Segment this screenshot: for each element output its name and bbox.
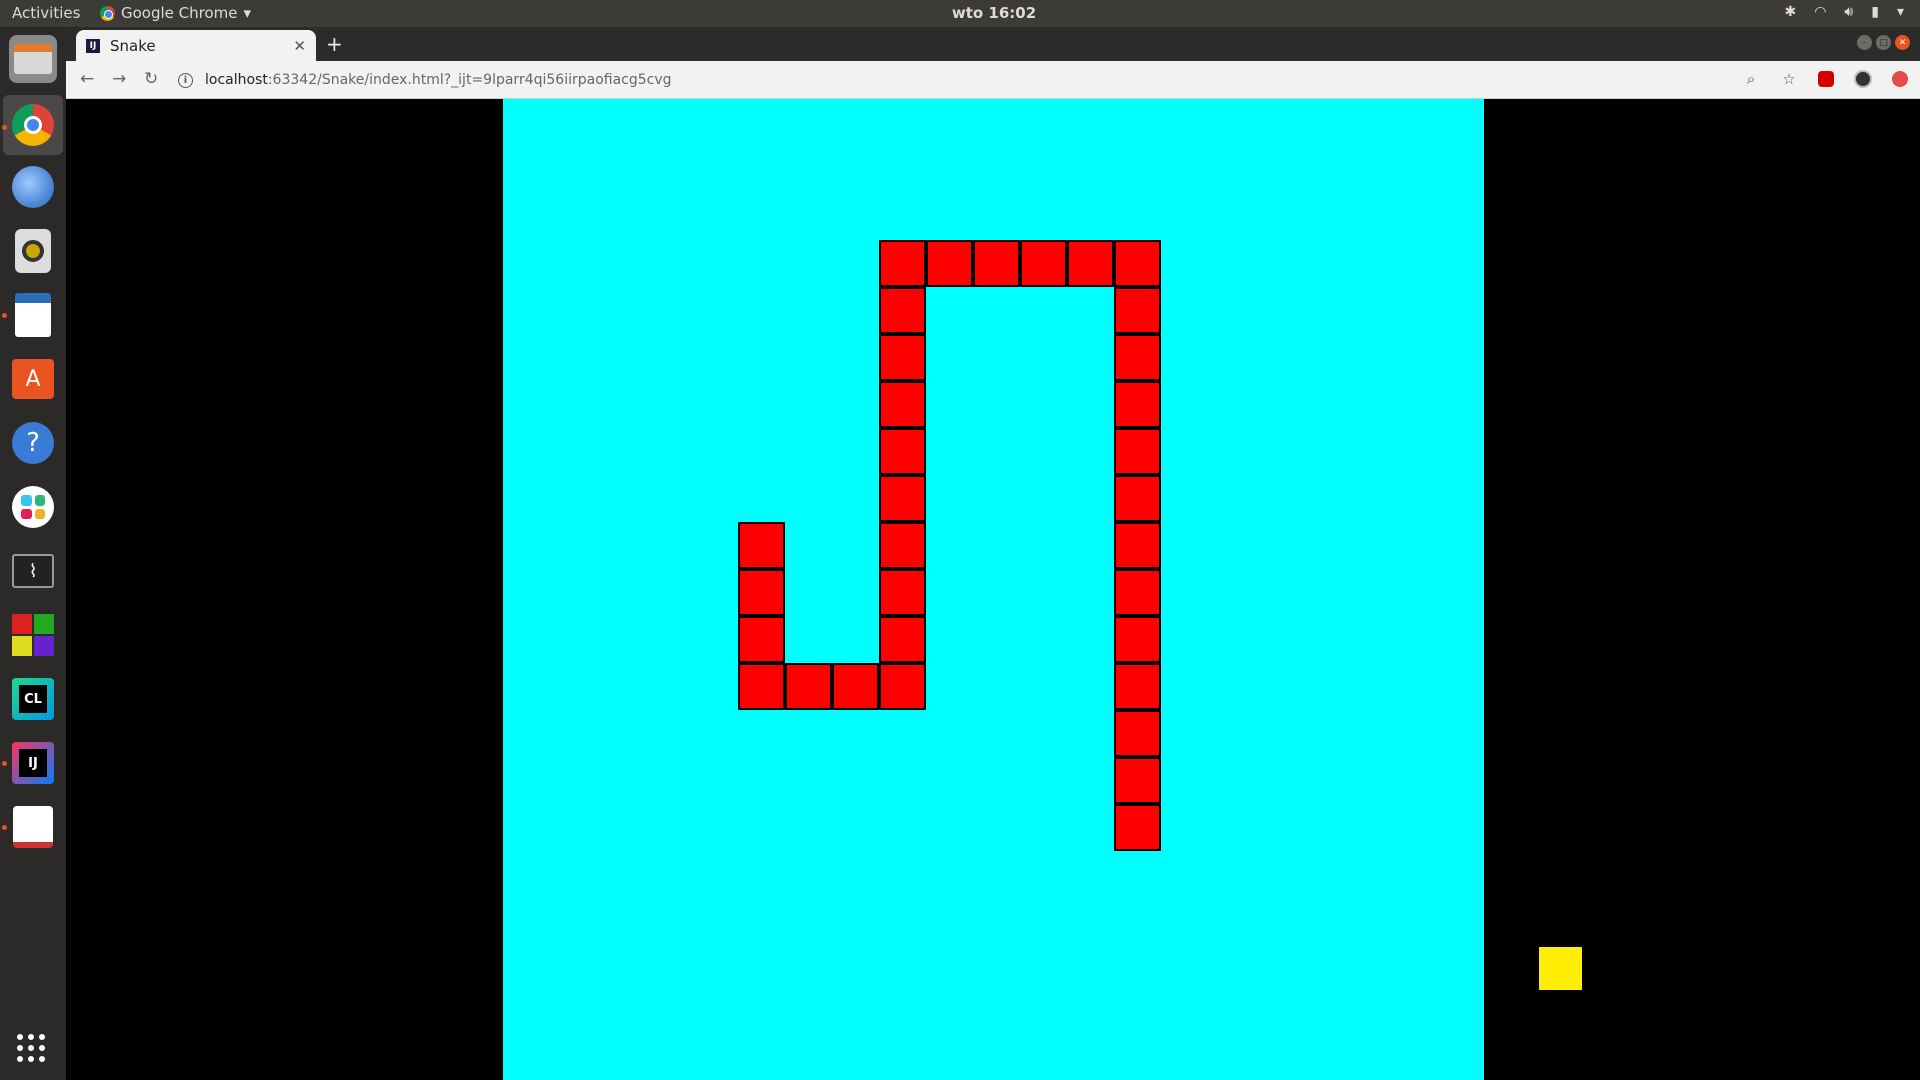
software-center-icon[interactable]: A <box>9 355 57 403</box>
snake-segment <box>1114 522 1161 569</box>
extension-icon[interactable] <box>1818 71 1834 87</box>
url-path: :63342/Snake/index.html?_ijt=9lparr4qi56… <box>267 72 672 88</box>
cube-icon[interactable] <box>9 611 57 659</box>
tab-strip: IJ Snake ✕ + – □ ✕ <box>66 27 1920 61</box>
system-tray[interactable]: ✱ ◠ 🔊︎ ▮ ▾ <box>1784 4 1904 20</box>
snake-segment <box>1114 757 1161 804</box>
snake-segment <box>738 569 785 616</box>
running-indicator <box>2 313 7 318</box>
volume-icon[interactable]: 🔊︎ <box>1844 4 1853 20</box>
snake-segment <box>1114 569 1161 616</box>
window-controls: – □ ✕ <box>1857 35 1910 50</box>
food-item <box>1537 945 1584 992</box>
running-indicator <box>2 125 7 130</box>
battery-icon[interactable]: ▮ <box>1871 4 1879 20</box>
show-apps-icon[interactable] <box>17 1034 45 1062</box>
tab-snake[interactable]: IJ Snake ✕ <box>76 30 316 61</box>
profile-avatar[interactable] <box>1854 70 1872 88</box>
back-arrow-icon[interactable]: ← <box>80 69 94 89</box>
intellij-favicon-icon: IJ <box>86 38 100 53</box>
pdf-reader-icon[interactable] <box>9 803 57 851</box>
snake-segment <box>926 240 973 287</box>
clion-icon[interactable]: CL <box>9 675 57 723</box>
snake-segment <box>738 616 785 663</box>
bookmark-star-icon[interactable]: ☆ <box>1780 70 1798 88</box>
writer-icon[interactable] <box>9 291 57 339</box>
snake-segment <box>879 616 926 663</box>
thunderbird-icon[interactable] <box>9 163 57 211</box>
snake-segment <box>879 381 926 428</box>
snake-segment <box>1114 287 1161 334</box>
wifi-icon[interactable]: ◠ <box>1814 4 1826 20</box>
zoom-icon[interactable]: ⌕ <box>1742 70 1760 88</box>
snake-segment <box>1114 475 1161 522</box>
snake-game-canvas[interactable] <box>503 99 1584 1080</box>
snake-segment <box>879 240 926 287</box>
dock: A ? ⌇ CL IJ <box>0 27 66 1080</box>
snake-segment <box>879 663 926 710</box>
window-close-button[interactable]: ✕ <box>1895 35 1910 50</box>
system-top-bar: Activities Google Chrome ▾ wto 16:02 ✱ ◠… <box>0 0 1920 27</box>
browser-toolbar: ← → ↻ i localhost :63342/Snake/index.htm… <box>66 61 1920 99</box>
system-monitor-icon[interactable]: ⌇ <box>9 547 57 595</box>
tab-title: Snake <box>110 36 156 55</box>
snake-segment <box>832 663 879 710</box>
forward-arrow-icon[interactable]: → <box>112 69 126 89</box>
snake-segment <box>785 663 832 710</box>
toolbar-icons: ⌕ ☆ <box>1742 70 1908 88</box>
snake-segment <box>1114 334 1161 381</box>
url-host: localhost <box>205 72 268 88</box>
snake-segment <box>1114 804 1161 851</box>
snake-segment <box>879 475 926 522</box>
snake-segment <box>879 569 926 616</box>
close-icon[interactable]: ✕ <box>293 37 306 55</box>
clock[interactable]: wto 16:02 <box>0 4 1920 22</box>
snake-segment <box>879 287 926 334</box>
snake-segment <box>1067 240 1114 287</box>
minimize-button[interactable]: – <box>1857 35 1872 50</box>
info-icon[interactable]: i <box>178 72 193 88</box>
snake-segment <box>1114 428 1161 475</box>
snake-segment <box>1114 663 1161 710</box>
snake-segment <box>879 334 926 381</box>
intellij-icon[interactable]: IJ <box>9 739 57 787</box>
running-indicator <box>2 761 7 766</box>
browser-window: IJ Snake ✕ + – □ ✕ ← → ↻ i localhost :63… <box>66 27 1920 1080</box>
maximize-button[interactable]: □ <box>1876 35 1891 50</box>
chevron-down-icon[interactable]: ▾ <box>1897 4 1904 20</box>
snake-segment <box>879 522 926 569</box>
snake-segment <box>1020 240 1067 287</box>
reload-icon[interactable]: ↻ <box>144 69 158 89</box>
snake-segment <box>879 428 926 475</box>
bluetooth-icon[interactable]: ✱ <box>1784 4 1796 20</box>
snake-segment <box>973 240 1020 287</box>
running-indicator <box>2 825 7 830</box>
snake-segment <box>1114 616 1161 663</box>
help-icon[interactable]: ? <box>9 419 57 467</box>
snake-segment <box>738 663 785 710</box>
chrome-icon[interactable] <box>9 101 57 149</box>
snake-segment <box>738 522 785 569</box>
rhythmbox-icon[interactable] <box>9 227 57 275</box>
new-tab-button[interactable]: + <box>326 32 343 56</box>
snake-segment <box>1114 710 1161 757</box>
extension-red-icon[interactable] <box>1892 71 1908 87</box>
files-icon[interactable] <box>9 35 57 83</box>
snake-segment <box>1114 240 1161 287</box>
snake-segment <box>1114 381 1161 428</box>
slack-icon[interactable] <box>9 483 57 531</box>
address-bar[interactable]: i localhost :63342/Snake/index.html?_ijt… <box>178 66 1778 94</box>
page-viewport <box>66 99 1920 1080</box>
